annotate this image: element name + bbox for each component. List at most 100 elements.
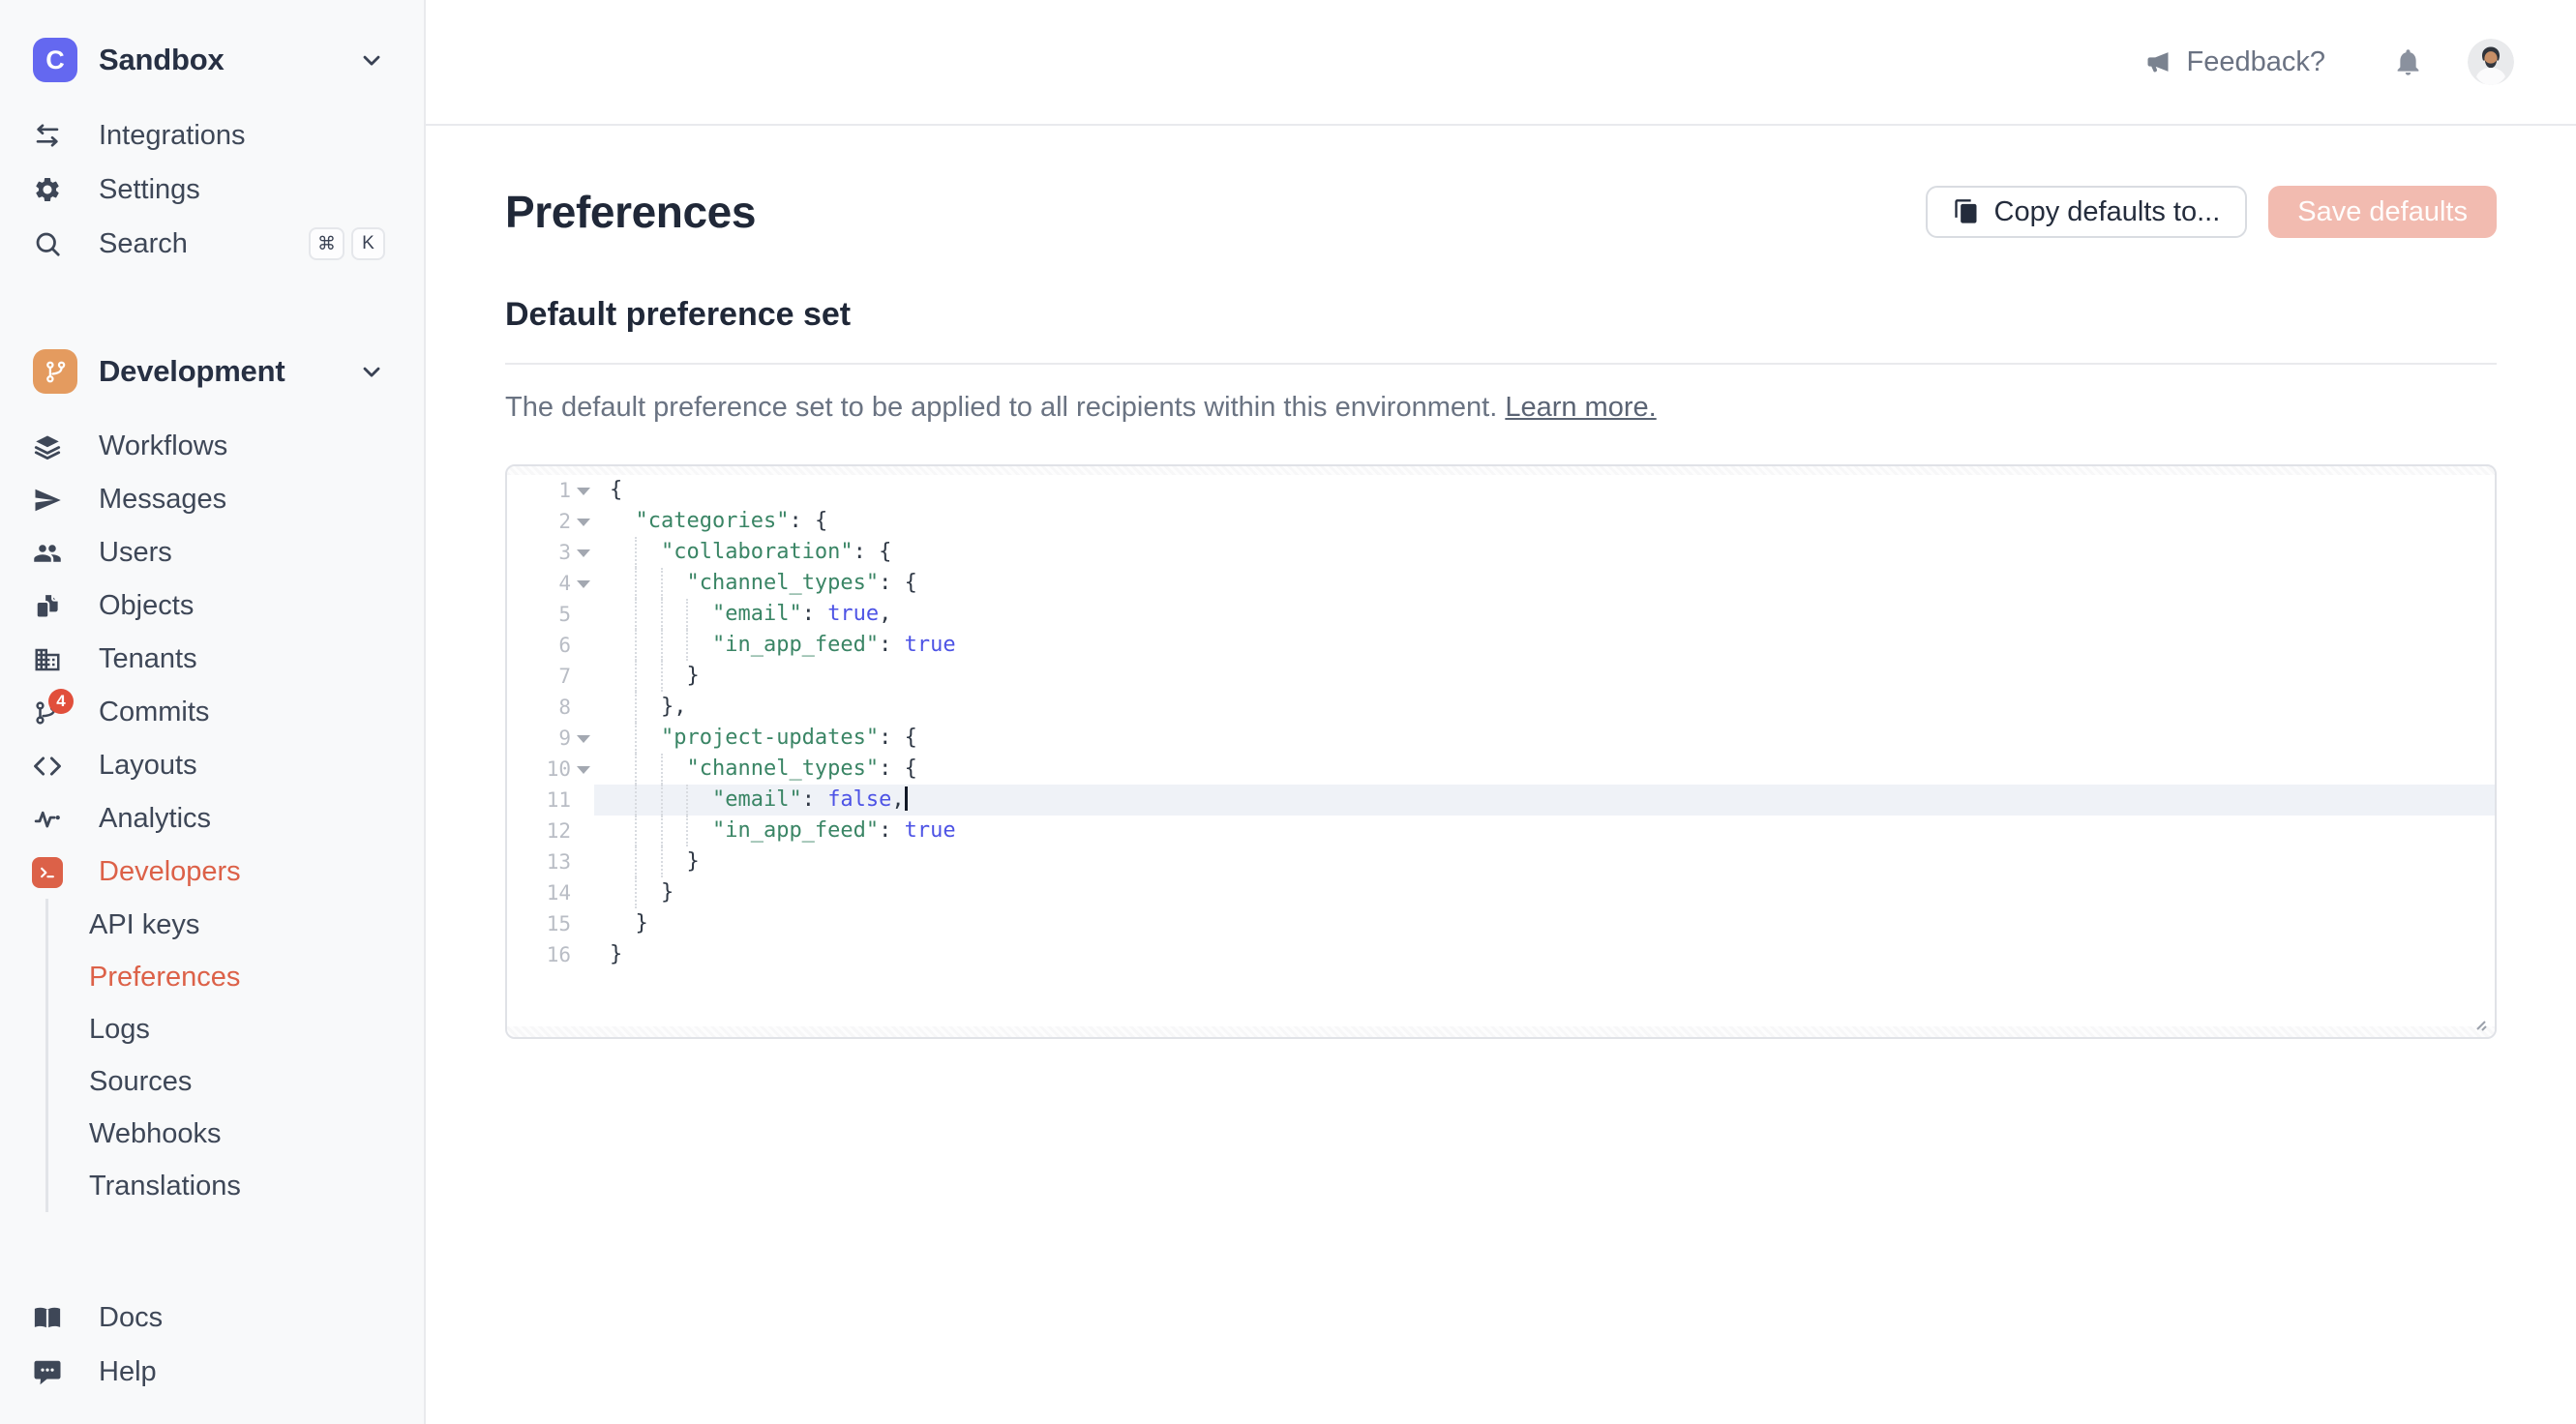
line-number: 14 <box>507 877 571 908</box>
sidebar-subitem-api-keys[interactable]: API keys <box>89 899 424 951</box>
learn-more-link[interactable]: Learn more. <box>1505 392 1656 423</box>
sidebar-item-label: Workflows <box>99 430 227 462</box>
fold-arrow-icon[interactable] <box>577 549 590 557</box>
fold-slot <box>571 599 594 630</box>
editor-line-9[interactable]: 9 "project-updates": { <box>507 723 2495 754</box>
search-shortcut: ⌘K <box>309 227 385 260</box>
fold-arrow-icon[interactable] <box>577 519 590 526</box>
sidebar-item-label: Developers <box>99 856 241 888</box>
sidebar-item-label: Tenants <box>99 643 197 675</box>
sidebar-subitem-logs[interactable]: Logs <box>89 1003 424 1055</box>
settings-icon <box>33 175 62 204</box>
sidebar-item-users[interactable]: Users <box>0 526 424 579</box>
editor-line-15[interactable]: 15 } <box>507 908 2495 939</box>
user-avatar[interactable] <box>2468 39 2514 85</box>
fold-arrow-icon[interactable] <box>577 488 590 495</box>
editor-line-2[interactable]: 2 "categories": { <box>507 506 2495 537</box>
environment-switcher[interactable]: Development <box>33 346 385 397</box>
indent-guide <box>661 568 663 599</box>
sidebar-subitem-translations[interactable]: Translations <box>89 1160 424 1212</box>
editor-line-7[interactable]: 7 } <box>507 661 2495 692</box>
fold-arrow-icon[interactable] <box>577 580 590 588</box>
main-area: Feedback? Preferences <box>426 0 2576 1424</box>
workspace-name: Sandbox <box>99 43 225 77</box>
sidebar-item-workflows[interactable]: Workflows <box>0 420 424 473</box>
sidebar-item-tenants[interactable]: Tenants <box>0 633 424 686</box>
editor-code-text: "channel_types": { <box>594 568 2495 599</box>
editor-code-text: "project-updates": { <box>594 723 2495 754</box>
line-number: 7 <box>507 661 571 692</box>
editor-code-text: "email": false, <box>594 785 2495 816</box>
save-defaults-button[interactable]: Save defaults <box>2268 186 2497 238</box>
kbd-k: K <box>351 227 385 260</box>
sidebar-item-help[interactable]: Help <box>0 1345 424 1399</box>
sidebar-top-nav: Integrations Settings Search⌘K <box>0 108 424 271</box>
integrations-icon <box>33 121 62 150</box>
sidebar-subitem-label: Preferences <box>89 962 240 994</box>
copy-defaults-button[interactable]: Copy defaults to... <box>1926 186 2248 238</box>
sidebar-item-docs[interactable]: Docs <box>0 1290 424 1345</box>
workspace-switcher[interactable]: C Sandbox <box>33 35 385 85</box>
sidebar-item-settings[interactable]: Settings <box>0 163 424 217</box>
fold-slot <box>571 754 594 785</box>
editor-code-text: "in_app_feed": true <box>594 816 2495 846</box>
json-editor[interactable]: 1{2 "categories": {3 "collaboration": {4… <box>505 464 2497 1039</box>
indent-guide <box>635 692 637 723</box>
feedback-button[interactable]: Feedback? <box>2144 46 2326 78</box>
commits-count-badge: 4 <box>48 689 74 714</box>
environment-icon <box>33 349 77 394</box>
fold-arrow-icon[interactable] <box>577 735 590 743</box>
kbd-cmd: ⌘ <box>309 227 344 260</box>
sidebar-item-objects[interactable]: Objects <box>0 579 424 633</box>
editor-line-11[interactable]: 11 "email": false, <box>507 785 2495 816</box>
sidebar-subitem-label: Sources <box>89 1066 192 1098</box>
text-cursor <box>905 786 908 811</box>
editor-resize-handle[interactable] <box>2465 1009 2488 1032</box>
indent-guide <box>686 630 688 661</box>
sidebar-subitem-sources[interactable]: Sources <box>89 1055 424 1108</box>
sidebar-item-commits[interactable]: 4Commits <box>0 686 424 739</box>
sidebar-item-label: Layouts <box>99 750 197 782</box>
indent-guide <box>635 877 637 908</box>
fold-slot <box>571 568 594 599</box>
editor-line-14[interactable]: 14 } <box>507 877 2495 908</box>
fold-slot <box>571 537 594 568</box>
editor-line-5[interactable]: 5 "email": true, <box>507 599 2495 630</box>
fold-slot <box>571 506 594 537</box>
sidebar-item-label: Docs <box>99 1302 163 1334</box>
sidebar-item-developers[interactable]: Developers <box>0 846 424 899</box>
sidebar-item-analytics[interactable]: Analytics <box>0 792 424 846</box>
environment-name: Development <box>99 354 285 389</box>
editor-line-8[interactable]: 8 }, <box>507 692 2495 723</box>
sidebar-item-layouts[interactable]: Layouts <box>0 739 424 792</box>
sidebar: C Sandbox Integrations Settings Search⌘K D… <box>0 0 426 1424</box>
editor-line-12[interactable]: 12 "in_app_feed": true <box>507 816 2495 846</box>
editor-line-13[interactable]: 13 } <box>507 846 2495 877</box>
editor-code-text: } <box>594 939 2495 970</box>
editor-line-16[interactable]: 16} <box>507 939 2495 970</box>
editor-line-4[interactable]: 4 "channel_types": { <box>507 568 2495 599</box>
editor-line-10[interactable]: 10 "channel_types": { <box>507 754 2495 785</box>
editor-line-6[interactable]: 6 "in_app_feed": true <box>507 630 2495 661</box>
feedback-label: Feedback? <box>2187 46 2326 78</box>
indent-guide <box>635 816 637 846</box>
sidebar-item-messages[interactable]: Messages <box>0 473 424 526</box>
fold-arrow-icon[interactable] <box>577 766 590 774</box>
sidebar-footer-nav: Docs Help <box>0 1290 424 1399</box>
indent-guide <box>661 630 663 661</box>
line-number: 1 <box>507 475 571 506</box>
sidebar-subitem-preferences[interactable]: Preferences <box>89 951 424 1003</box>
sidebar-item-label: Settings <box>99 174 200 206</box>
editor-line-3[interactable]: 3 "collaboration": { <box>507 537 2495 568</box>
sidebar-item-integrations[interactable]: Integrations <box>0 108 424 163</box>
fold-slot <box>571 816 594 846</box>
fold-slot <box>571 877 594 908</box>
sidebar-item-label: Analytics <box>99 803 211 835</box>
sidebar-subitem-webhooks[interactable]: Webhooks <box>89 1108 424 1160</box>
editor-line-1[interactable]: 1{ <box>507 475 2495 506</box>
line-number: 2 <box>507 506 571 537</box>
editor-code-text: "channel_types": { <box>594 754 2495 785</box>
notifications-button[interactable] <box>2393 47 2423 77</box>
sidebar-item-search[interactable]: Search⌘K <box>0 217 424 271</box>
line-number: 10 <box>507 754 571 785</box>
